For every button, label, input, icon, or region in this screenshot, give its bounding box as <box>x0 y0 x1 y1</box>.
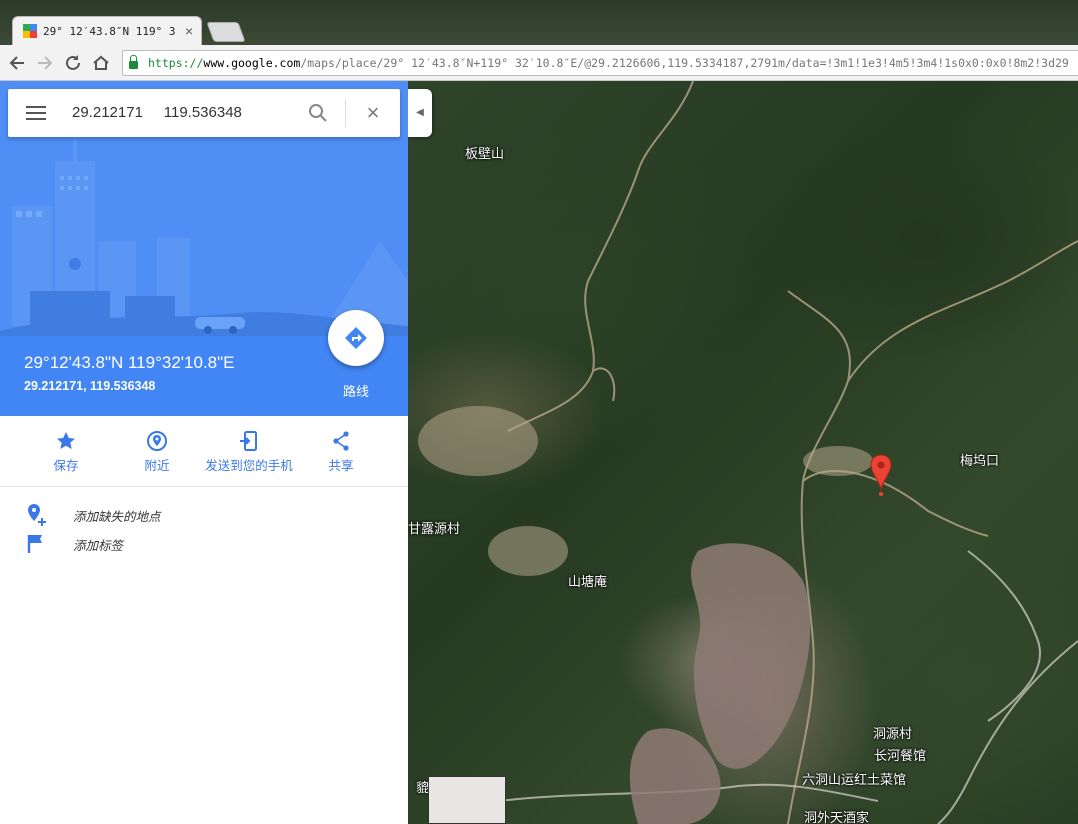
share-icon <box>333 431 349 451</box>
lock-icon <box>129 55 138 69</box>
place-panel: 29.212171 119.536348 × 29°12'43.8"N 119°… <box>0 81 408 824</box>
add-place-icon <box>28 504 46 526</box>
close-icon[interactable]: × <box>363 102 383 124</box>
tab-close-icon[interactable]: × <box>185 23 193 39</box>
place-decimal-coords: 29.212171, 119.536348 <box>24 379 156 393</box>
address-bar[interactable]: https://www.google.com/maps/place/29° 12… <box>122 50 1078 76</box>
directions-button[interactable] <box>328 310 384 366</box>
location-pin-icon[interactable] <box>870 453 892 497</box>
url-text: https://www.google.com/maps/place/29° 12… <box>148 56 1069 70</box>
map-label[interactable]: 洞外天酒家 <box>804 807 869 824</box>
flag-icon <box>27 535 42 553</box>
collapse-panel-button[interactable]: ◀ <box>408 89 432 137</box>
search-input[interactable]: 29.212171 119.536348 <box>72 89 242 137</box>
divider <box>345 99 346 127</box>
reload-icon[interactable] <box>62 52 84 74</box>
send-to-phone-button[interactable]: 发送到您的手机 <box>204 430 294 474</box>
back-arrow-icon[interactable] <box>6 52 28 74</box>
maps-favicon-icon <box>23 24 37 38</box>
map-label[interactable]: 板壁山 <box>465 143 504 162</box>
browser-tab[interactable]: 29° 12′43.8″N 119° 32′ × <box>12 16 202 45</box>
home-icon[interactable] <box>90 52 112 74</box>
directions-icon <box>345 327 367 349</box>
map-label[interactable]: 长河餐馆 <box>874 745 926 764</box>
search-icon[interactable] <box>308 103 328 123</box>
browser-toolbar: https://www.google.com/maps/place/29° 12… <box>0 45 1078 81</box>
save-button[interactable]: 保存 <box>21 430 111 474</box>
place-title: 29°12'43.8"N 119°32'10.8"E <box>24 353 235 372</box>
nearby-button[interactable]: 附近 <box>112 430 202 474</box>
map-label[interactable]: 梅坞口 <box>960 450 999 469</box>
menu-icon[interactable] <box>26 106 46 120</box>
nearby-icon <box>147 431 167 451</box>
tab-title: 29° 12′43.8″N 119° 32′ <box>43 24 175 38</box>
map-label[interactable]: 甘露源村 <box>408 518 460 537</box>
map-label[interactable]: 山塘庵 <box>568 571 607 590</box>
star-icon <box>57 432 75 449</box>
share-button[interactable]: 共享 <box>296 430 386 474</box>
map-label[interactable]: 洞源村 <box>873 723 912 742</box>
forward-arrow-icon[interactable] <box>34 52 56 74</box>
directions-label[interactable]: 路线 <box>326 381 386 400</box>
search-box[interactable]: 29.212171 119.536348 × <box>8 89 400 137</box>
add-label-link[interactable]: 添加标签 <box>26 532 123 556</box>
add-missing-place-link[interactable]: 添加缺失的地点 <box>26 503 161 527</box>
tab-strip: 29° 12′43.8″N 119° 32′ × <box>0 0 1078 45</box>
map-layer-thumbnail[interactable] <box>428 776 506 824</box>
action-bar: 保存 附近 发送到您的手机 共享 <box>0 416 408 487</box>
new-tab-button[interactable] <box>206 22 246 42</box>
send-to-phone-icon <box>240 431 257 451</box>
satellite-map[interactable]: 板壁山 梅坞口 甘露源村 山塘庵 洞源村 长河餐馆 六洞山运红土菜馆 洞外天酒家… <box>408 81 1078 824</box>
map-label[interactable]: 六洞山运红土菜馆 <box>802 769 906 788</box>
